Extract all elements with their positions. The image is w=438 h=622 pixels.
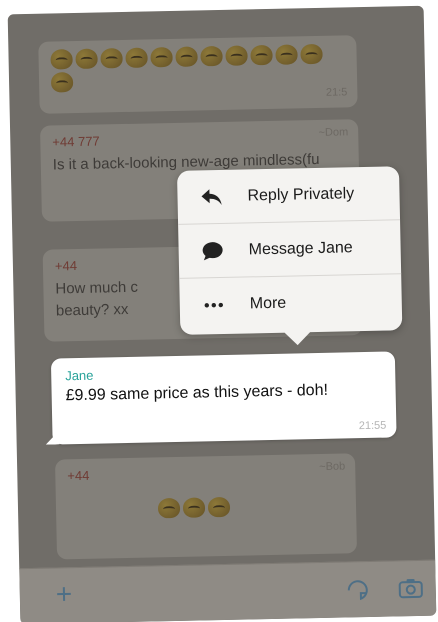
reply-icon bbox=[197, 187, 225, 206]
emoji-row bbox=[157, 496, 248, 519]
input-bar: + bbox=[19, 559, 437, 622]
emoji-icon bbox=[275, 44, 298, 65]
chat-screen: 21:5 +44 777 Is it a back-looking new-ag… bbox=[7, 5, 437, 622]
emoji-icon bbox=[300, 43, 323, 65]
menu-item-more[interactable]: More bbox=[179, 274, 402, 333]
menu-item-label: Message Jane bbox=[248, 238, 353, 258]
message-text: £9.99 same price as this years - doh! bbox=[65, 381, 329, 405]
menu-item-message-jane[interactable]: Message Jane bbox=[178, 220, 402, 279]
message-time: 21:55 bbox=[358, 419, 387, 433]
menu-item-label: More bbox=[249, 294, 287, 313]
emoji-icon bbox=[100, 48, 123, 69]
message-bubble[interactable]: +44 ~Bob bbox=[54, 453, 358, 560]
sticker-icon[interactable] bbox=[346, 578, 371, 607]
camera-icon[interactable] bbox=[398, 577, 425, 605]
add-attachment-button[interactable]: + bbox=[55, 578, 72, 609]
menu-item-reply-privately[interactable]: Reply Privately bbox=[176, 166, 401, 225]
highlighted-message[interactable]: Jane £9.99 same price as this years - do… bbox=[50, 351, 397, 445]
emoji-icon bbox=[207, 496, 231, 518]
message-sender-name: ~Dom bbox=[318, 126, 349, 139]
emoji-icon bbox=[150, 46, 173, 68]
chat-bubble-icon bbox=[198, 240, 226, 261]
emoji-icon bbox=[50, 72, 74, 93]
emoji-row bbox=[50, 43, 341, 93]
emoji-icon bbox=[125, 47, 148, 68]
menu-item-label: Reply Privately bbox=[247, 184, 355, 204]
emoji-icon bbox=[157, 497, 181, 519]
more-dots-icon bbox=[200, 302, 228, 309]
emoji-icon bbox=[225, 45, 248, 66]
context-menu: Reply Privately Message Jane More bbox=[176, 166, 403, 335]
message-sender: +44 bbox=[67, 467, 90, 484]
emoji-icon bbox=[175, 46, 198, 67]
message-text: How much c beauty? xx bbox=[55, 278, 139, 320]
emoji-icon bbox=[50, 49, 73, 70]
emoji-icon bbox=[75, 48, 98, 70]
emoji-icon bbox=[200, 45, 223, 67]
message-sender-name: ~Bob bbox=[319, 460, 346, 473]
message-time: 21:5 bbox=[325, 86, 348, 99]
message-bubble-emoji[interactable]: 21:5 bbox=[38, 35, 358, 114]
emoji-icon bbox=[250, 44, 273, 66]
emoji-icon bbox=[182, 497, 206, 518]
